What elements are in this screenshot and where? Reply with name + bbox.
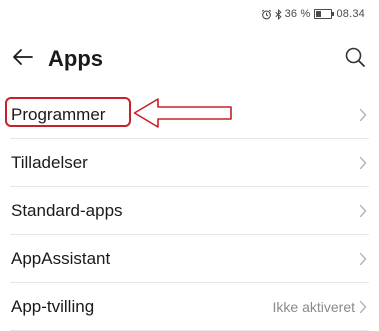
app-twin-status: Ikke aktiveret (272, 299, 355, 315)
chevron-right-icon (359, 156, 367, 170)
status-indicators: 36 % 08.34 (261, 8, 365, 20)
app-bar: Apps (0, 40, 379, 80)
list-item-tilladelser[interactable]: Tilladelser (0, 139, 379, 187)
list-item-appassistant[interactable]: AppAssistant (0, 235, 379, 283)
battery-icon (314, 9, 335, 19)
list-item-label: App-tvilling (11, 297, 95, 316)
battery-percent: 36 % (284, 8, 311, 20)
settings-list: Programmer Tilladelser Standard-apps App… (0, 91, 379, 331)
list-item-app-tvilling[interactable]: App-tvilling Ikke aktiveret (0, 283, 379, 331)
battery-fill (316, 11, 322, 17)
chevron-right-icon (359, 204, 367, 218)
list-item-programmer[interactable]: Programmer (0, 91, 379, 139)
list-item-label: Standard-apps (11, 201, 123, 220)
list-item-label: Programmer (11, 105, 106, 124)
status-bar: 36 % 08.34 (0, 0, 379, 28)
chevron-right-icon (359, 252, 367, 266)
chevron-right-icon (359, 108, 367, 122)
bluetooth-icon (275, 8, 282, 20)
annotation-arrow-icon (133, 98, 232, 128)
list-item-standard-apps[interactable]: Standard-apps (0, 187, 379, 235)
arrow-left-icon[interactable] (10, 44, 36, 70)
list-item-label: AppAssistant (11, 249, 111, 268)
clock-time: 08.34 (336, 8, 365, 20)
page-title: Apps (48, 46, 103, 71)
list-item-label: Tilladelser (11, 153, 88, 172)
chevron-right-icon (359, 300, 367, 314)
alarm-clock-icon (261, 9, 271, 19)
search-icon[interactable] (343, 45, 367, 69)
